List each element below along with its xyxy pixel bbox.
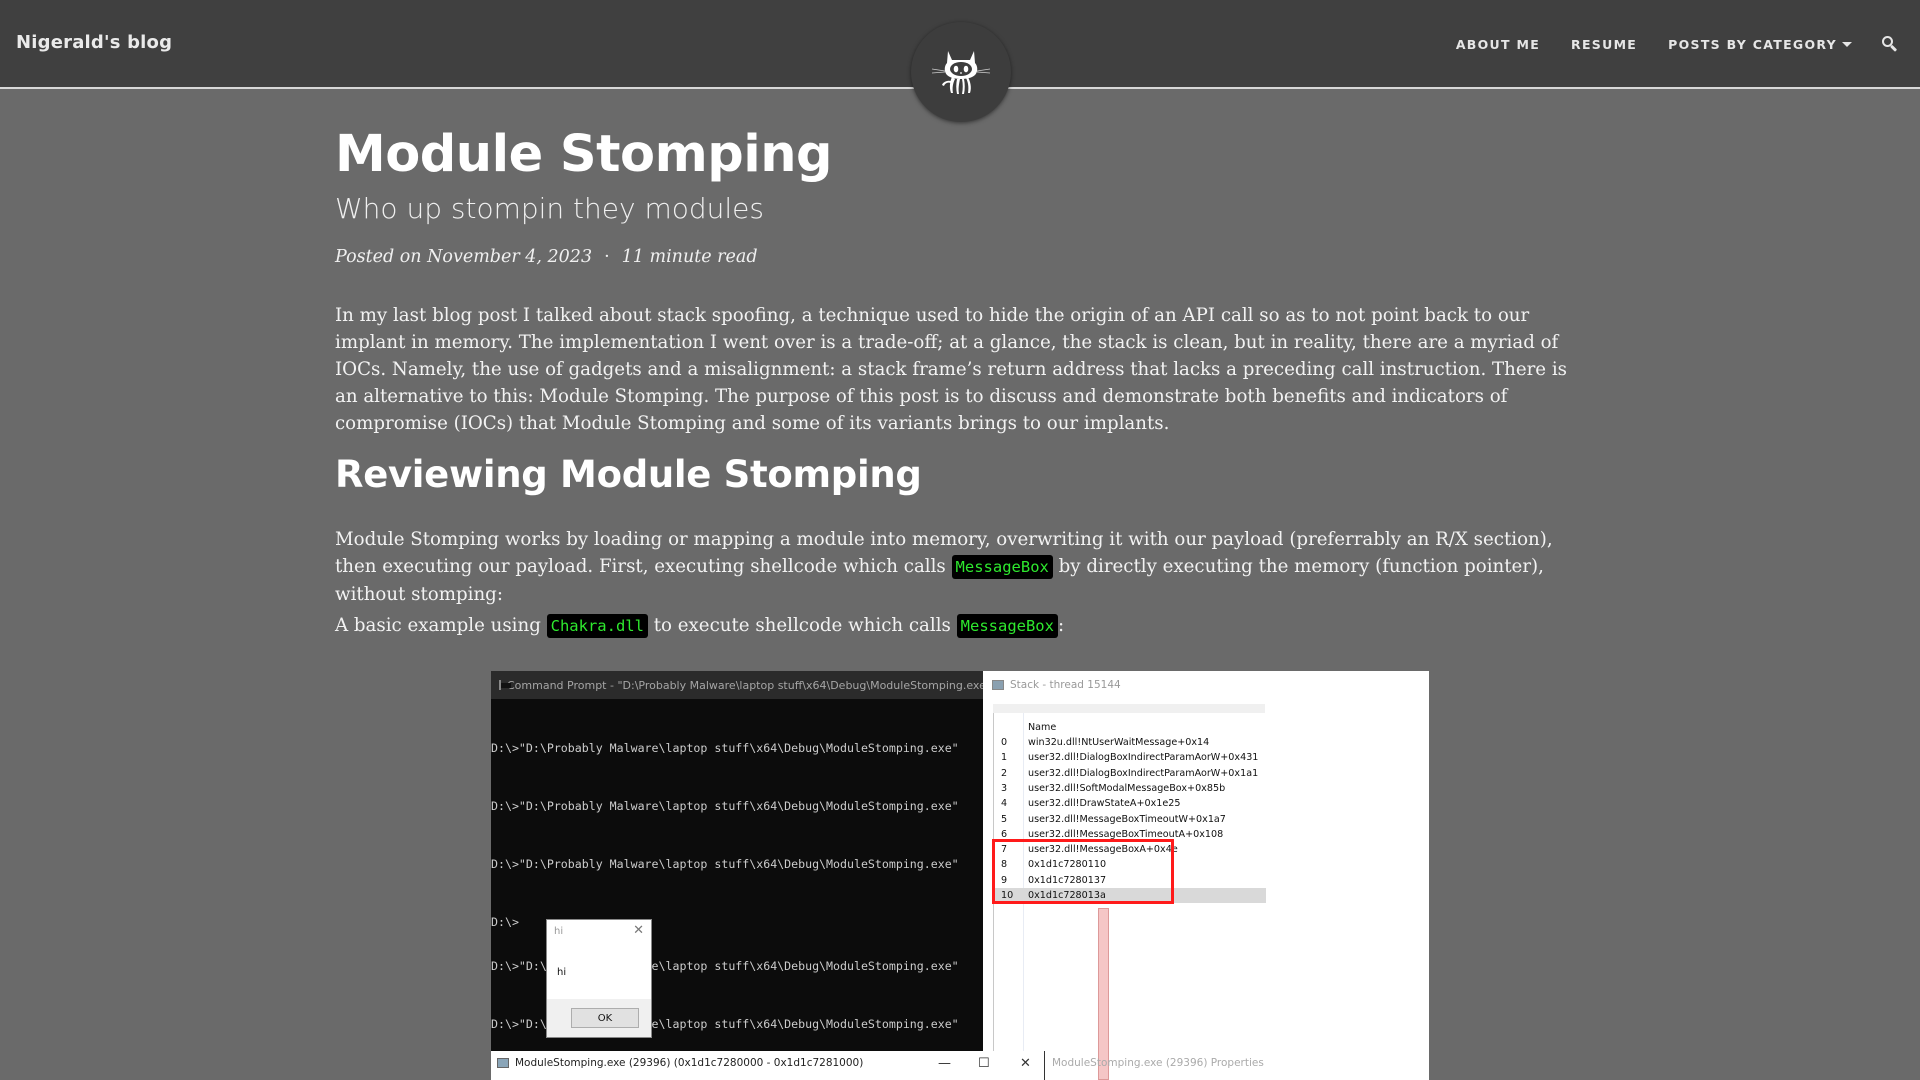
- window-divider: [1044, 1051, 1045, 1080]
- stack-row-name: user32.dll!DrawStateA+0x1e25: [1028, 798, 1181, 810]
- window-icon: [992, 680, 1004, 690]
- avatar[interactable]: [911, 22, 1011, 122]
- stack-row[interactable]: 4 user32.dll!DrawStateA+0x1e25: [994, 796, 1266, 811]
- stack-list: Name 0 win32u.dll!NtUserWaitMessage+0x14 1…: [993, 713, 1266, 1053]
- cmd-title: Command Prompt - "D:\Probably Malware\la…: [507, 678, 991, 692]
- stack-row-name: win32u.dll!NtUserWaitMessage+0x14: [1028, 737, 1210, 748]
- nav-posts-by-category[interactable]: POSTS BY CATEGORY: [1668, 37, 1852, 52]
- cmd-titlebar: Command Prompt - "D:\Probably Malware\la…: [491, 671, 991, 699]
- window-icon: [497, 1058, 509, 1068]
- meta-separator: ·: [604, 247, 610, 267]
- intro-paragraph: In my last blog post I talked about stac…: [335, 305, 1568, 434]
- memory-window-title: ModuleStomping.exe (29396) (0x1d1c728000…: [515, 1057, 864, 1069]
- search-icon[interactable]: [1882, 36, 1898, 52]
- stack-row[interactable]: 0 win32u.dll!NtUserWaitMessage+0x14: [994, 735, 1266, 750]
- stack-row-index: 5: [1001, 813, 1008, 825]
- message-box-dialog: hi ✕ hi OK: [546, 919, 652, 1038]
- post-subtitle: Who up stompin they modules: [335, 192, 764, 225]
- minimize-icon[interactable]: —: [938, 1056, 951, 1071]
- message-box-footer: OK: [547, 999, 651, 1037]
- memory-highlight-bar: [1098, 908, 1109, 1080]
- ok-button[interactable]: OK: [571, 1008, 639, 1028]
- stack-row[interactable]: 10 0x1d1c728013a: [994, 888, 1266, 904]
- inline-code-messagebox-2: MessageBox: [956, 614, 1058, 638]
- nav-about-me[interactable]: ABOUT ME: [1456, 37, 1540, 52]
- stack-row-index: 1: [1001, 752, 1008, 764]
- cmd-line: D:\>"D:\Probably Malware\laptop stuff\x6…: [491, 799, 959, 813]
- cmd-icon: [499, 680, 511, 690]
- stack-row-index: 7: [1001, 844, 1008, 856]
- brand-link[interactable]: Nigerald's blog: [16, 32, 172, 53]
- stack-row-name: 0x1d1c728013a: [1028, 890, 1106, 901]
- stack-title: Stack - thread 15144: [1010, 679, 1121, 691]
- stack-row-name: 0x1d1c7280110: [1028, 859, 1107, 871]
- stack-row-index: 8: [1001, 859, 1008, 871]
- p3-text-after: :: [1057, 615, 1065, 636]
- nav-resume[interactable]: RESUME: [1571, 37, 1637, 52]
- stack-toolbar-strip: [993, 704, 1265, 713]
- stack-row-name: user32.dll!SoftModalMessageBox+0x85b: [1028, 782, 1226, 794]
- stack-window: Stack - thread 15144 Name 0 win32u.dll!Nt…: [983, 671, 1429, 1080]
- caret-down-icon: [1842, 41, 1852, 47]
- explanation-paragraph: Module Stomping works by loading or mapp…: [335, 526, 1587, 608]
- stack-row[interactable]: 5 user32.dll!MessageBoxTimeoutW+0x1a7: [994, 812, 1266, 827]
- inline-code-chakra: Chakra.dll: [546, 614, 648, 638]
- close-icon[interactable]: ✕: [633, 923, 644, 938]
- stack-row-index: 6: [1001, 828, 1008, 840]
- post-screenshot-figure: Command Prompt - "D:\Probably Malware\la…: [491, 671, 1429, 1080]
- stack-row-name: user32.dll!DialogBoxIndirectParamAorW+0x…: [1028, 767, 1259, 779]
- cmd-line: D:\>"D:\Probably Malware\laptop stuff\x6…: [491, 741, 959, 755]
- stack-row[interactable]: 3 user32.dll!SoftModalMessageBox+0x85b: [994, 781, 1266, 796]
- stack-row-index: 0: [1001, 737, 1008, 748]
- search-handle: [1890, 45, 1897, 52]
- stack-row-index: 2: [1001, 767, 1008, 779]
- stack-row-index: 10: [1001, 890, 1014, 901]
- close-icon[interactable]: ✕: [1020, 1056, 1031, 1071]
- stack-row-index: 4: [1001, 798, 1008, 810]
- column-header-name[interactable]: Name: [1028, 722, 1056, 733]
- stack-row-name: user32.dll!MessageBoxA+0x4e: [1028, 844, 1178, 856]
- read-time: 11 minute read: [621, 247, 758, 267]
- section-heading: Reviewing Module Stomping: [335, 453, 922, 496]
- message-box-text: hi: [557, 967, 567, 978]
- stack-row[interactable]: 2 user32.dll!DialogBoxIndirectParamAorW+0…: [994, 766, 1266, 781]
- nav-posts-by-category-label: POSTS BY CATEGORY: [1668, 36, 1837, 52]
- p3-text-middle: to execute shellcode which calls: [647, 615, 957, 636]
- post-meta: Posted on November 4, 2023 · 11 minute rea…: [335, 247, 758, 267]
- memory-window-titlebar: ModuleStomping.exe (29396) (0x1d1c728000…: [491, 1051, 1041, 1075]
- message-box-title: hi: [554, 926, 564, 937]
- stack-row[interactable]: 9 0x1d1c7280137: [994, 873, 1266, 888]
- stack-row-index: 3: [1001, 782, 1008, 794]
- stack-row-name: user32.dll!MessageBoxTimeoutW+0x1a7: [1028, 813, 1226, 825]
- stack-row[interactable]: 6 user32.dll!MessageBoxTimeoutA+0x108: [994, 827, 1266, 842]
- maximize-icon[interactable]: ☐: [978, 1056, 990, 1071]
- post-title: Module Stomping: [335, 125, 833, 184]
- stack-titlebar: Stack - thread 15144: [983, 671, 1429, 699]
- cmd-window: Command Prompt - "D:\Probably Malware\la…: [491, 671, 991, 1051]
- stack-row[interactable]: 1 user32.dll!DialogBoxIndirectParamAorW+0…: [994, 750, 1266, 765]
- properties-window-title: ModuleStomping.exe (29396) Properties: [1052, 1057, 1264, 1069]
- octocat-icon: [931, 51, 991, 94]
- cmd-line: D:\>"D:\Probably Malware\laptop stuff\x6…: [491, 857, 959, 871]
- stack-row-name: 0x1d1c7280137: [1028, 874, 1107, 886]
- stack-row-name: user32.dll!MessageBoxTimeoutA+0x108: [1028, 828, 1224, 840]
- example-paragraph: A basic example using Chakra.dll to exec…: [335, 612, 1587, 640]
- inline-code-messagebox: MessageBox: [951, 555, 1053, 579]
- p3-text-before: A basic example using: [335, 615, 547, 636]
- stack-row-name: user32.dll!DialogBoxIndirectParamAorW+0x…: [1028, 752, 1259, 764]
- stack-row[interactable]: 8 0x1d1c7280110: [994, 857, 1266, 872]
- stack-row[interactable]: 7 user32.dll!MessageBoxA+0x4e: [994, 842, 1266, 857]
- nav-links: ABOUT ME RESUME POSTS BY CATEGORY: [1456, 36, 1898, 52]
- post-date: Posted on November 4, 2023: [335, 247, 593, 267]
- stack-row-index: 9: [1001, 874, 1008, 886]
